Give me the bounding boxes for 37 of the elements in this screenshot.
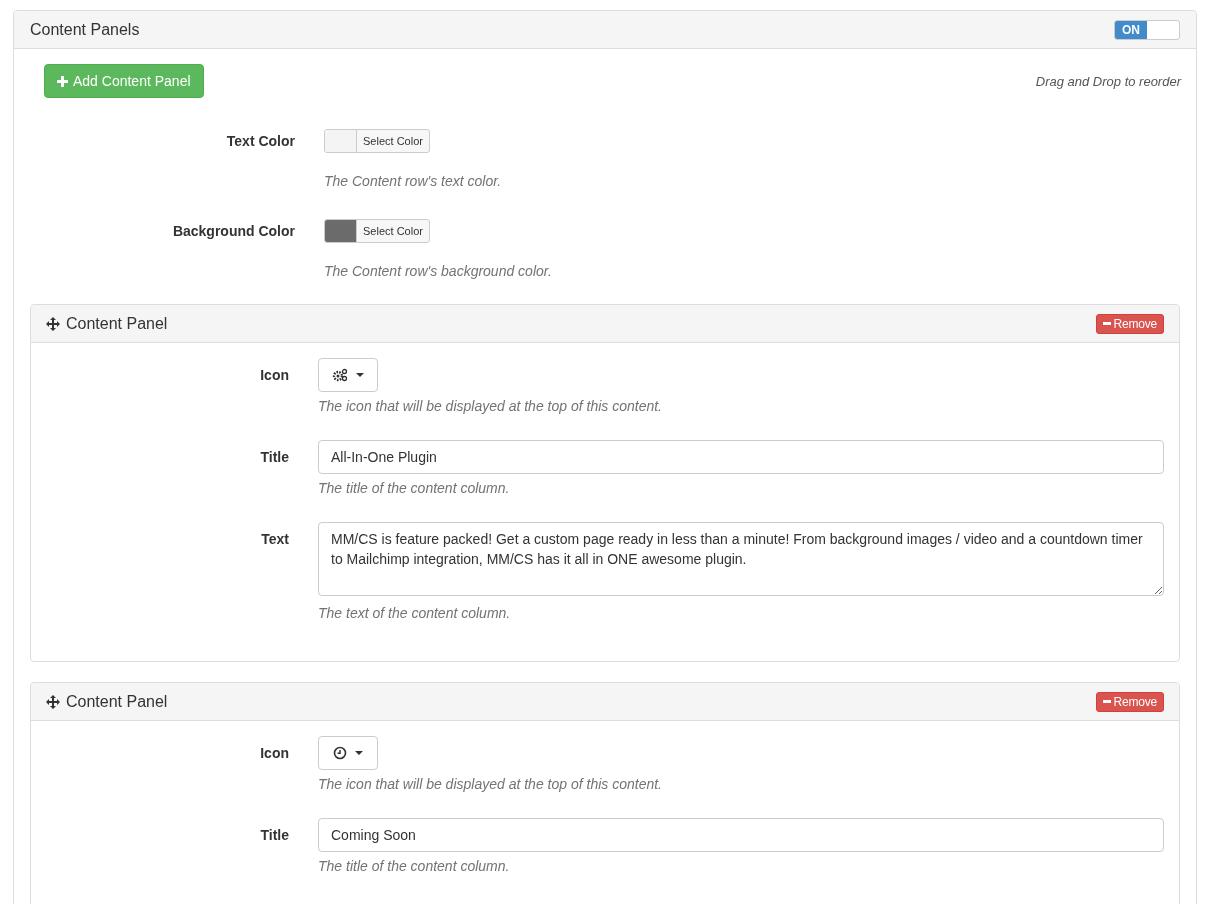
remove-button[interactable]: Remove [1095,313,1164,334]
setting-label: Background Color [171,222,296,241]
icon-picker-button[interactable] [318,358,378,392]
reorder-hint: Drag and Drop to reorder [1035,73,1181,89]
caret-icon [355,751,363,755]
minus-icon [1102,700,1111,703]
remove-button[interactable]: Remove [1095,691,1164,712]
gears-icon [332,368,348,382]
help-text: The icon that will be displayed at the top of this content. [318,398,663,414]
field-label: Icon [259,366,290,385]
help-text: The title of the content column. [318,858,511,874]
title-input-field[interactable]: All-In-One Plugin [318,440,1164,474]
move-icon [46,316,60,331]
panel-title: Content Panel [66,314,168,333]
setting-label: Text Color [225,132,296,151]
help-text: The icon that will be displayed at the top of this content. [318,776,663,792]
help-text: The title of the content column. [318,480,511,496]
plus-icon [57,75,68,87]
help-text: The Content row's background color. [324,263,552,279]
color-picker-button[interactable]: Select Color [324,219,430,243]
title-input-field[interactable]: Coming Soon [318,818,1164,852]
help-text: The text of the content column. [318,605,512,621]
minus-icon [1102,322,1111,325]
caret-icon [356,373,364,377]
help-text: The Content row's text color. [324,173,502,189]
toggle-switch[interactable]: ON [1114,19,1180,40]
field-label: Title [259,448,290,467]
panel-title: Content Panel [66,692,168,711]
clock-icon [333,746,347,760]
field-label: Title [259,826,290,845]
color-picker-button[interactable]: Select Color [324,129,430,153]
text-area-field[interactable]: MM/CS is feature packed! Get a custom page ready in less than a minute! From background images / video and a countdown timer to Mailchimp integration, MM/CS has it all in ONE awesome plugin. [318,522,1164,596]
field-label: Icon [259,744,290,763]
icon-picker-button[interactable] [318,736,378,770]
move-icon [46,694,60,709]
section-title: Content Panels [30,20,140,39]
field-label: Text [260,530,290,549]
